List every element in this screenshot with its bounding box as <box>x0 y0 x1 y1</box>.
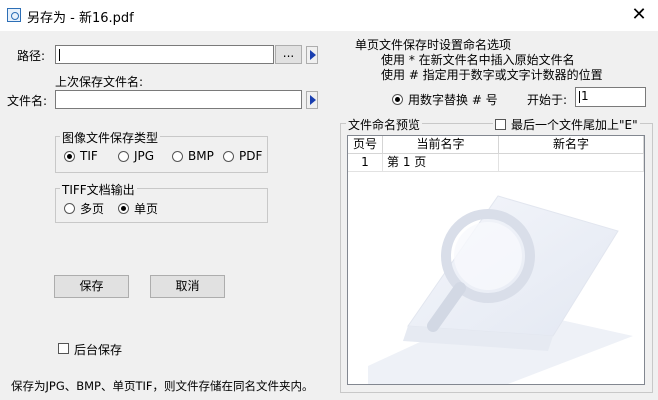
row-1-page: 1 <box>348 154 383 172</box>
radio-pdf[interactable]: PDF <box>223 149 262 163</box>
cancel-button[interactable]: 取消 <box>150 275 225 298</box>
preview-table[interactable]: 页号 当前名字 新名字 1 第 1 页 <box>347 135 645 385</box>
start-at-label: 开始于: <box>527 93 568 107</box>
path-input[interactable] <box>55 45 274 64</box>
last-saved-label: 上次保存文件名: <box>55 75 144 89</box>
watermark-magnifier-icon <box>368 195 633 384</box>
naming-hint-2: 使用 # 指定用于数字或文字计数器的位置 <box>381 68 603 82</box>
tiff-output-legend: TIFF文档输出 <box>60 181 137 198</box>
filename-label: 文件名: <box>7 94 48 108</box>
row-1-current: 第 1 页 <box>383 154 499 172</box>
background-save-checkbox[interactable] <box>58 343 69 354</box>
window-title: 另存为 - 新16.pdf <box>27 11 134 26</box>
filename-arrow-button[interactable] <box>306 91 318 109</box>
close-icon[interactable]: ✕ <box>626 4 652 26</box>
footnote: 保存为JPG、BMP、单页TIF，则文件存储在同名文件夹内。 <box>11 379 314 393</box>
preview-legend: 文件命名预览 <box>346 116 423 133</box>
replace-hash-radio[interactable]: 用数字替换 # 号 <box>392 91 498 108</box>
radio-dot <box>118 150 129 162</box>
radio-dot <box>392 94 403 105</box>
last-file-e-checkbox[interactable] <box>495 119 506 130</box>
browse-button[interactable]: ... <box>275 45 302 64</box>
column-header-new[interactable]: 新名字 <box>499 136 644 154</box>
radio-tif[interactable]: TIF <box>64 149 98 163</box>
background-save-label: 后台保存 <box>74 343 123 357</box>
column-header-current[interactable]: 当前名字 <box>383 136 499 154</box>
radio-jpg[interactable]: JPG <box>118 149 154 163</box>
column-header-page[interactable]: 页号 <box>348 136 383 154</box>
save-as-dialog: 另存为 - 新16.pdf ✕ 路径: ... 上次保存文件名: 文件名: 图像… <box>0 0 658 400</box>
path-arrow-button[interactable] <box>306 46 318 64</box>
radio-singlepage[interactable]: 单页 <box>118 200 158 217</box>
start-at-input[interactable]: 1 <box>575 87 646 107</box>
row-1-new <box>499 154 644 172</box>
radio-dot <box>223 150 234 162</box>
path-label: 路径: <box>17 49 46 63</box>
radio-dot <box>64 150 75 162</box>
last-file-e-option[interactable]: 最后一个文件尾加上"E" <box>493 116 640 133</box>
radio-dot <box>172 150 183 162</box>
save-button[interactable]: 保存 <box>54 275 129 298</box>
radio-dot <box>64 203 75 214</box>
image-type-legend: 图像文件保存类型 <box>60 129 161 146</box>
filename-input[interactable] <box>55 90 302 109</box>
radio-multipage[interactable]: 多页 <box>64 200 104 217</box>
radio-dot <box>118 203 129 214</box>
app-icon <box>7 8 21 22</box>
radio-bmp[interactable]: BMP <box>172 149 214 163</box>
title-bar: 另存为 - 新16.pdf ✕ <box>0 0 658 31</box>
